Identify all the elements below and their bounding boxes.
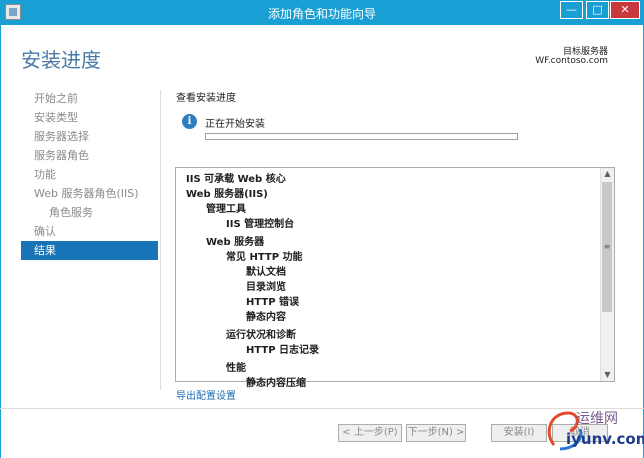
status-text: 正在开始安装 xyxy=(205,119,265,130)
result-item: 默认文档 xyxy=(246,267,286,278)
export-config-link[interactable]: 导出配置设置 xyxy=(176,387,236,402)
scroll-thumb[interactable]: ≡ xyxy=(602,182,612,312)
minimize-button[interactable]: — xyxy=(560,1,583,19)
previous-button[interactable]: < 上一步(P) xyxy=(338,424,402,442)
section-label: 查看安装进度 xyxy=(176,93,236,104)
watermark-text-domain: iyunv.com xyxy=(566,430,644,448)
nav-item-server-selection[interactable]: 服务器选择 xyxy=(21,127,158,146)
scroll-up-icon[interactable]: ▲ xyxy=(601,168,614,180)
title-bar: 添加角色和功能向导 — □ ✕ xyxy=(0,0,644,25)
result-item: 性能 xyxy=(226,363,246,374)
result-item: 目录浏览 xyxy=(246,282,286,293)
close-button[interactable]: ✕ xyxy=(610,1,640,19)
wizard-nav: 开始之前 安装类型 服务器选择 服务器角色 功能 Web 服务器角色(IIS) … xyxy=(21,89,158,260)
nav-divider xyxy=(160,90,161,390)
nav-item-server-roles[interactable]: 服务器角色 xyxy=(21,146,158,165)
result-item: 静态内容 xyxy=(246,312,286,323)
result-item: Web 服务器(IIS) xyxy=(186,189,268,200)
watermark-logo: 运维网 iyunv.com xyxy=(540,405,644,455)
result-item: 运行状况和诊断 xyxy=(226,330,296,341)
next-button[interactable]: 下一步(N) > xyxy=(406,424,466,442)
result-item: IIS 管理控制台 xyxy=(226,219,295,230)
grip-icon: ≡ xyxy=(603,242,611,251)
result-item: HTTP 日志记录 xyxy=(246,345,320,356)
page-title: 安装进度 xyxy=(21,48,101,72)
nav-item-role-services[interactable]: 角色服务 xyxy=(21,203,158,222)
maximize-button[interactable]: □ xyxy=(586,1,609,19)
nav-item-results[interactable]: 结果 xyxy=(21,241,158,260)
result-item: HTTP 错误 xyxy=(246,297,300,308)
watermark-text-cn: 运维网 xyxy=(576,411,618,427)
scroll-down-icon[interactable]: ▼ xyxy=(601,369,614,381)
install-progress-bar xyxy=(205,133,518,140)
window-title: 添加角色和功能向导 xyxy=(267,7,376,21)
nav-item-before-you-begin[interactable]: 开始之前 xyxy=(21,89,158,108)
result-item: 常见 HTTP 功能 xyxy=(226,252,303,263)
install-button[interactable]: 安装(I) xyxy=(491,424,547,442)
destination-server-name: WF.contoso.com xyxy=(535,56,608,66)
results-scrollbar[interactable]: ▲ ≡ ▼ xyxy=(600,168,614,381)
nav-item-confirmation[interactable]: 确认 xyxy=(21,222,158,241)
result-item: Web 服务器 xyxy=(206,237,265,248)
info-icon: i xyxy=(182,114,197,129)
result-item: 管理工具 xyxy=(206,204,246,215)
results-tree: IIS 可承载 Web 核心 Web 服务器(IIS) 管理工具 IIS 管理控制台 W… xyxy=(186,172,319,391)
results-list[interactable]: IIS 可承载 Web 核心 Web 服务器(IIS) 管理工具 IIS 管理控制台 W… xyxy=(175,167,615,389)
nav-item-web-server-role[interactable]: Web 服务器角色(IIS) xyxy=(21,184,158,203)
nav-item-features[interactable]: 功能 xyxy=(21,165,158,184)
result-item: IIS 可承载 Web 核心 xyxy=(186,174,286,185)
nav-item-installation-type[interactable]: 安装类型 xyxy=(21,108,158,127)
